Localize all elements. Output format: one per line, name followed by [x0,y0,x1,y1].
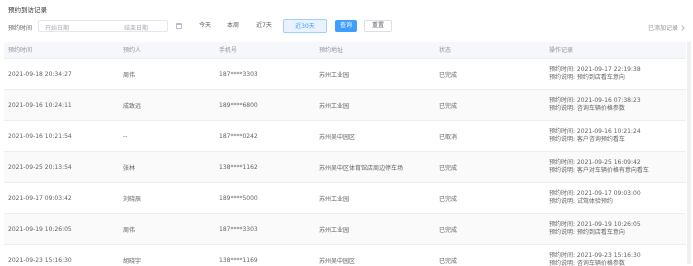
chevron-right-icon [679,25,685,31]
cell-time: 2021-09-16 10:21:54 [8,132,72,140]
record-line: 预约说明: 预约到店看车意向 [549,229,625,236]
cell-status: 已取消 [439,133,458,141]
date-end-input[interactable]: 结束日期 [124,23,148,32]
cell-status: 已完成 [439,226,458,234]
cell-time: 2021-09-23 15:16:30 [8,256,72,264]
table-row[interactable]: 2021-09-23 15:16:30 胡晓宇 138****1169 苏州吴中园区 已… [4,245,686,266]
table-row[interactable]: 2021-09-17 09:03:42 刘晓辰 189****5000 苏州工业园 已完… [4,183,686,214]
records-table: 预约时间 预约人 手机号 预约地址 状态 操作记录 2021-09-18 20:… [4,42,686,266]
cell-name: -- [123,132,128,140]
cell-status: 已完成 [439,71,458,79]
record-line: 预约说明: 预约到店看车意向 [549,74,625,81]
cell-name: 周伟 [123,226,136,234]
record-line: 预约说明: 客户咨询预约看车 [549,136,625,143]
cell-phone: 187****3303 [219,225,258,233]
cell-phone: 138****1162 [219,163,258,171]
record-line: 预约时间: 2021-09-19 10:26:05 [549,221,641,228]
date-start-input[interactable]: 开始日期 [45,23,69,32]
segment-week[interactable]: 本周 [222,19,244,33]
cell-records: 预约时间: 2021-09-19 10:26:05 预约说明: 预约到店看车意向 [545,214,686,244]
column-header-name: 预约人 [123,47,142,54]
cell-records: 预约时间: 2021-09-16 10:21:24 预约说明: 客户咨询预约看车 [545,121,686,151]
record-line: 预约时间: 2021-09-17 09:03:00 [549,190,641,197]
filter-bar: 预约时间 开始日期 结束日期 今天 本周 近7天 近30天 查询 重置 已添加记… [8,19,688,33]
cell-address: 苏州工业园 [319,195,350,203]
record-line: 预约说明: 试驾体验预约 [549,198,613,205]
cell-phone: 138****1169 [219,256,258,264]
cell-name: 刘晓辰 [123,195,142,203]
cell-phone: 189****6800 [219,101,258,109]
cell-time: 2021-09-19 10:26:05 [8,225,72,233]
table-row[interactable]: 2021-09-18 20:34:27 周伟 187****3303 苏州工业园 已完成… [4,59,686,90]
page-title: 预约到访记录 [8,6,47,14]
cell-status: 已完成 [439,102,458,110]
record-line: 预约时间: 2021-09-16 07:38:23 [549,97,641,104]
cell-phone: 187****3303 [219,70,258,78]
date-filter-label: 预约时间 [8,25,33,32]
cell-address: 苏州工业园 [319,226,350,234]
records-link-label: 已添加记录 [647,25,678,32]
table-body: 2021-09-18 20:34:27 周伟 187****3303 苏州工业园 已完成… [4,59,686,266]
cell-name: 胡晓宇 [123,257,142,265]
table-row[interactable]: 2021-09-16 10:21:54 -- 187****0242 苏州吴中园区 已取… [4,121,686,152]
record-line: 预约时间: 2021-09-25 16:09:42 [549,159,641,166]
cell-name: 成致远 [123,102,142,110]
cell-status: 已完成 [439,195,458,203]
vertical-scrollbar[interactable] [687,42,691,264]
column-header-address: 预约地址 [319,47,344,54]
calendar-icon[interactable] [176,23,182,29]
cell-time: 2021-09-16 10:24:11 [8,101,72,109]
cell-address: 苏州吴中园区 [319,133,356,141]
cell-name: 周伟 [123,71,136,79]
query-button[interactable]: 查询 [335,20,357,32]
table-row[interactable]: 2021-09-16 10:24:11 成致远 189****6800 苏州工业园 已完… [4,90,686,121]
record-line: 预约时间: 2021-09-16 10:21:24 [549,128,641,135]
cell-records: 预约时间: 2021-09-17 22:19:38 预约说明: 预约到店看车意向 [545,59,686,89]
cell-address: 苏州工业园 [319,71,350,79]
cell-time: 2021-09-17 09:03:42 [8,194,72,202]
cell-records: 预约时间: 2021-09-16 07:38:23 预约说明: 咨询车辆价格参数 [545,90,686,120]
cell-address: 苏州吴中区体育馆店周边停车场 [319,164,404,172]
record-line: 预约说明: 咨询车辆价格参数 [549,105,625,112]
cell-phone: 189****5000 [219,194,258,202]
record-line: 预约时间: 2021-09-17 22:19:38 [549,66,641,73]
cell-time: 2021-09-18 20:34:27 [8,70,72,78]
cell-time: 2021-09-25 20:13:54 [8,163,72,171]
cell-address: 苏州吴中园区 [319,257,356,265]
record-line: 预约时间: 2021-09-23 15:16:30 [549,252,641,259]
cell-records: 预约时间: 2021-09-23 15:16:30 预约说明: 咨询车辆价格参数 [545,245,686,266]
segment-7days[interactable]: 近7天 [248,19,280,33]
reset-button[interactable]: 重置 [364,20,392,32]
cell-records: 预约时间: 2021-09-25 16:09:42 预约说明: 客户对车辆价格有意… [545,152,686,182]
table-row[interactable]: 2021-09-25 20:13:54 张林 138****1162 苏州吴中区体育馆… [4,152,686,183]
column-header-records: 操作记录 [549,47,574,54]
record-line: 预约说明: 咨询车辆价格参数 [549,260,625,266]
column-header-status: 状态 [439,47,452,54]
table-row[interactable]: 2021-09-19 10:26:05 周伟 187****3303 苏州工业园 已完成… [4,214,686,245]
records-link[interactable]: 已添加记录 [647,23,685,32]
record-line: 预约说明: 客户对车辆价格有意向看车 [549,167,649,174]
date-range-picker[interactable]: 开始日期 结束日期 [38,20,168,32]
cell-status: 已完成 [439,164,458,172]
segment-today[interactable]: 今天 [194,19,216,33]
table-header: 预约时间 预约人 手机号 预约地址 状态 操作记录 [4,42,686,59]
cell-address: 苏州工业园 [319,102,350,110]
column-header-phone: 手机号 [219,47,238,54]
cell-phone: 187****0242 [219,132,258,140]
segment-30days[interactable]: 近30天 [283,19,327,33]
cell-records: 预约时间: 2021-09-17 09:03:00 预约说明: 试驾体验预约 [545,183,686,213]
cell-name: 张林 [123,164,136,172]
cell-status: 已完成 [439,257,458,265]
column-header-time[interactable]: 预约时间 [4,42,119,58]
